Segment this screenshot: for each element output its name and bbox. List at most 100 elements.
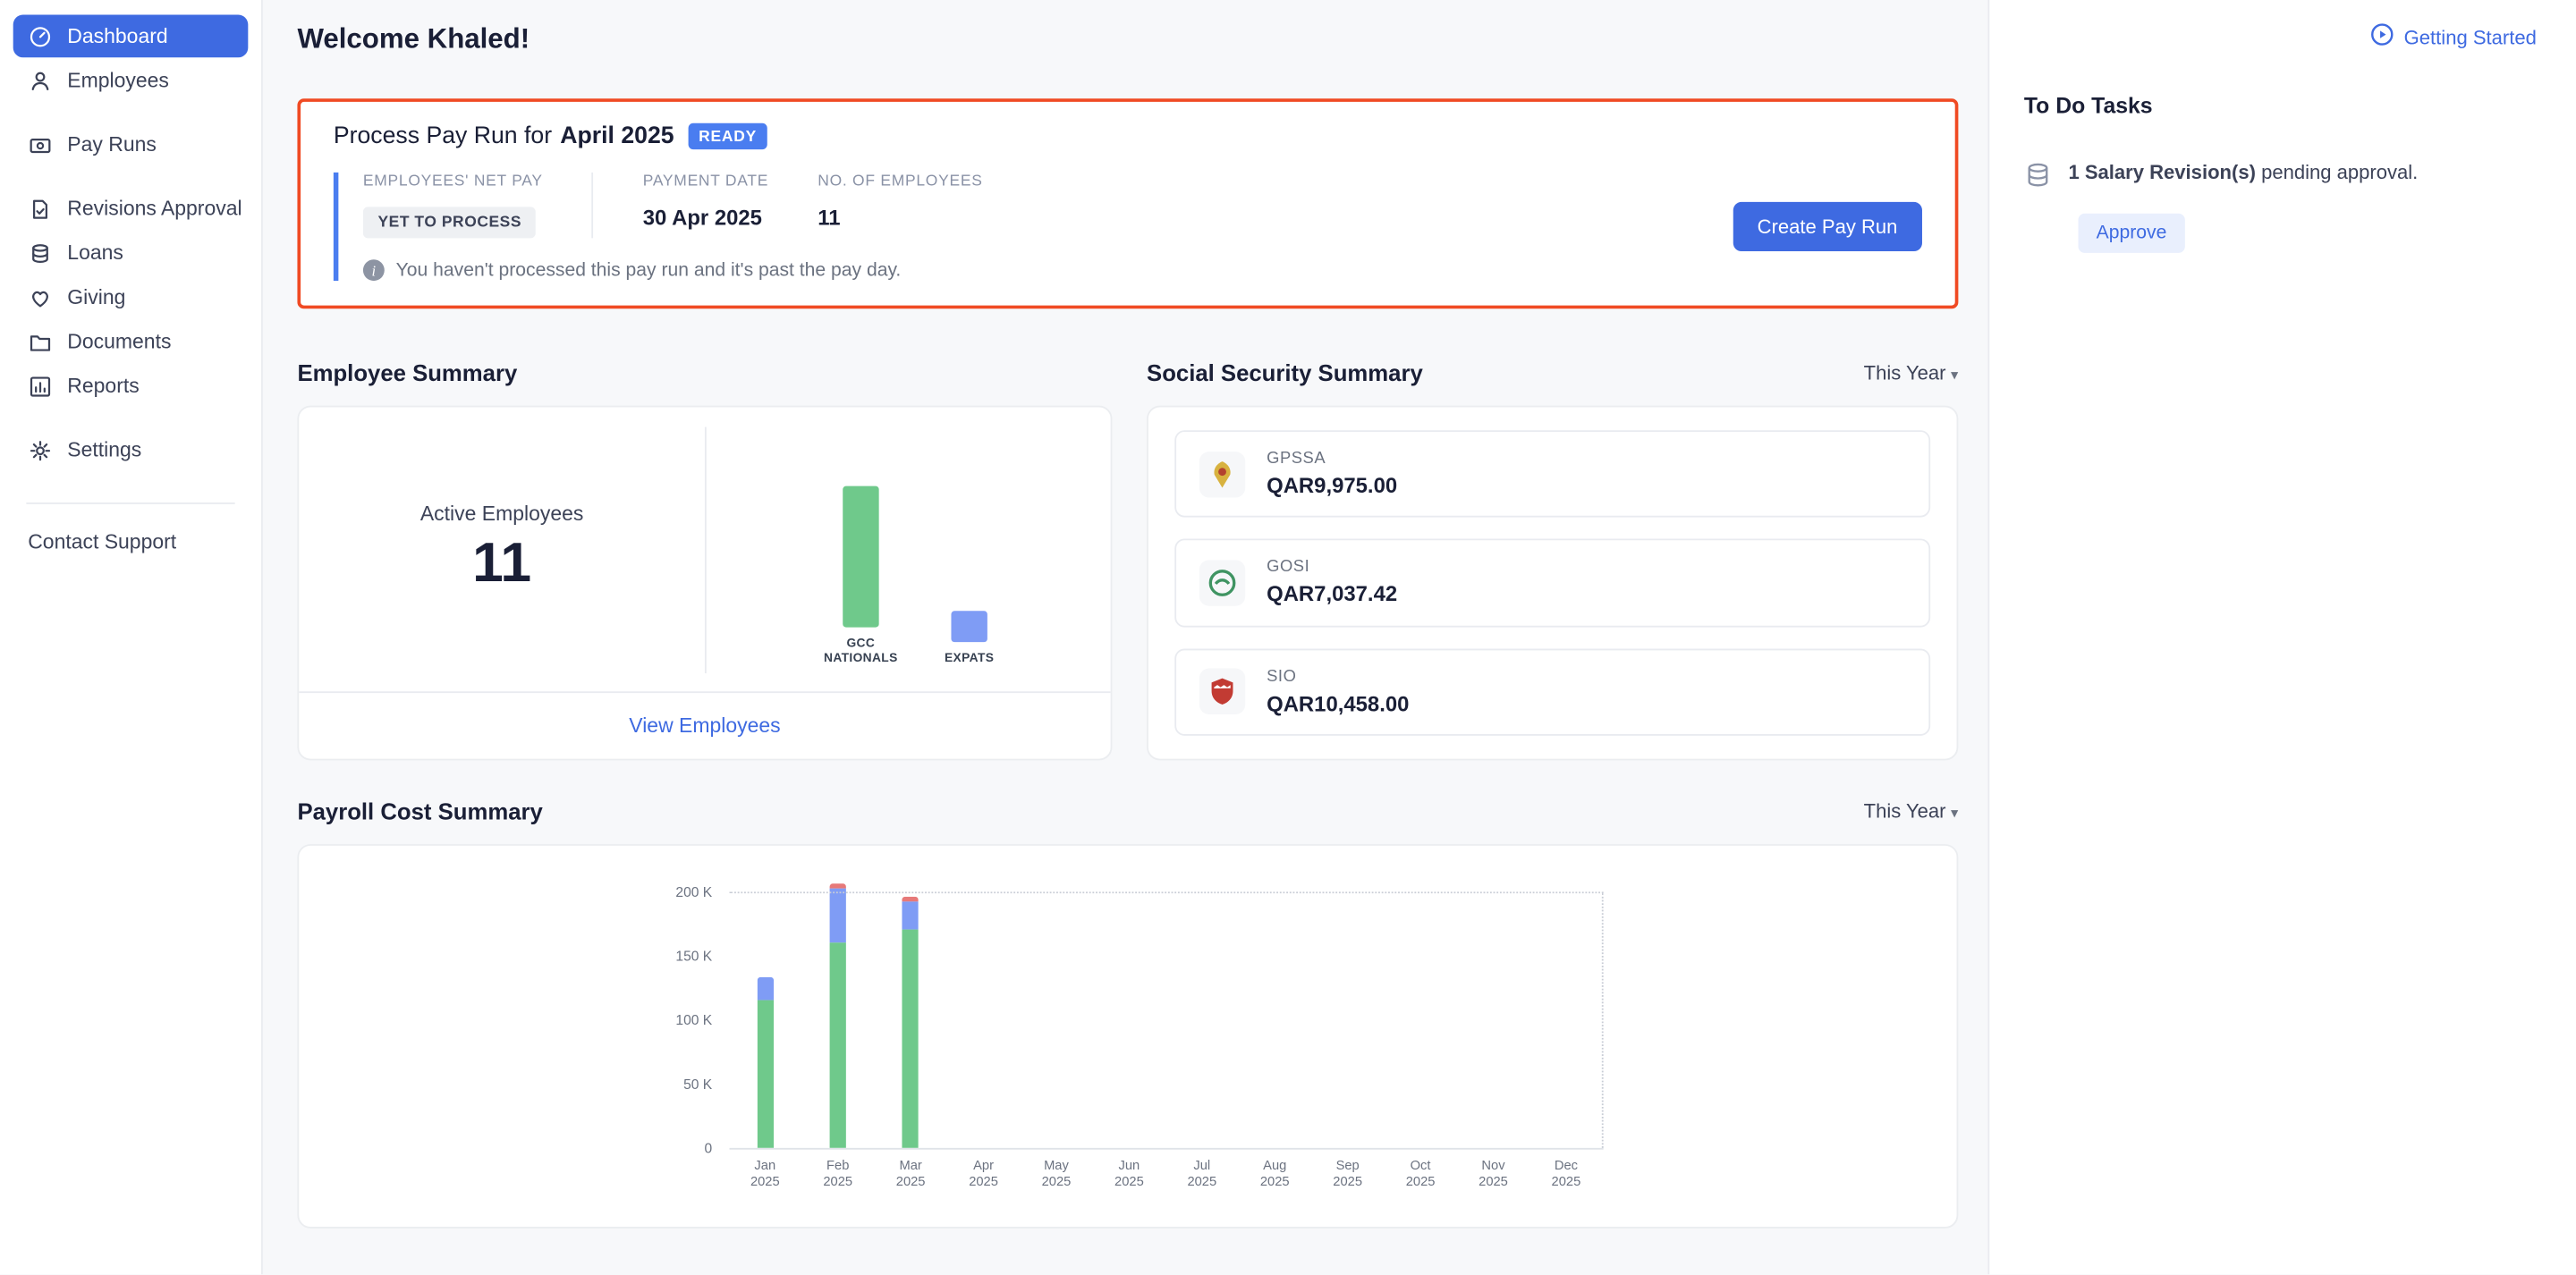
sio-bahrain-emblem-icon bbox=[1199, 669, 1245, 714]
info-icon: i bbox=[363, 259, 385, 281]
sidebar-item-documents[interactable]: Documents bbox=[13, 320, 249, 363]
active-employees-label: Active Employees bbox=[299, 502, 705, 526]
sidebar-item-label: Documents bbox=[67, 330, 171, 353]
sidebar-item-label: Loans bbox=[67, 241, 123, 265]
stacked-bar bbox=[757, 977, 773, 1148]
field-value: 30 Apr 2025 bbox=[643, 206, 768, 231]
sidebar-item-label: Reports bbox=[67, 375, 139, 398]
authority-amount: QAR10,458.00 bbox=[1267, 691, 1409, 716]
payroll-chart-x-axis: Jan2025Feb2025Mar2025Apr2025May2025Jun20… bbox=[729, 1158, 1603, 1192]
revisions-approval-icon bbox=[28, 196, 53, 221]
x-tick-label: May2025 bbox=[1020, 1158, 1092, 1192]
todo-task-text: 1 Salary Revision(s) pending approval. bbox=[2068, 161, 2418, 184]
sidebar-item-loans[interactable]: Loans bbox=[13, 232, 249, 274]
social-security-row-gosi[interactable]: GOSI QAR7,037.42 bbox=[1174, 539, 1930, 627]
chart-column-mar-2025 bbox=[874, 891, 946, 1148]
x-tick-label: Jun2025 bbox=[1093, 1158, 1165, 1192]
giving-icon bbox=[28, 285, 53, 310]
payroll-dashboard: DashboardEmployees Pay Runs Revisions Appr… bbox=[0, 0, 2576, 1274]
payroll-cost-chart: 200 K150 K100 K50 K0 Jan2025Feb2025Mar20… bbox=[643, 891, 1613, 1213]
settings-icon bbox=[28, 437, 53, 462]
gpssa-uae-emblem-icon bbox=[1199, 451, 1245, 496]
process-pay-run-card: Process Pay Run for April 2025 READY EMP… bbox=[297, 98, 1958, 308]
sidebar-divider bbox=[26, 502, 234, 504]
bar-label: GCC NATIONALS bbox=[823, 635, 898, 665]
authority-name: SIO bbox=[1267, 668, 1409, 686]
payroll-chart-plot bbox=[729, 891, 1603, 1149]
approve-button[interactable]: Approve bbox=[2078, 214, 2184, 253]
x-tick-label: Apr2025 bbox=[947, 1158, 1020, 1192]
field-value: YET TO PROCESS bbox=[363, 207, 537, 238]
sidebar-item-settings[interactable]: Settings bbox=[13, 428, 249, 471]
pay-run-title: Process Pay Run for April 2025 READY bbox=[334, 123, 1922, 149]
bar-label: EXPATS bbox=[945, 651, 994, 666]
social-security-year-filter[interactable]: This Year▾ bbox=[1864, 361, 1959, 384]
getting-started-link[interactable]: Getting Started bbox=[2024, 23, 2537, 51]
authority-amount: QAR7,037.42 bbox=[1267, 582, 1397, 607]
pay-run-title-prefix: Process Pay Run for bbox=[334, 123, 552, 149]
bar-segment-series-blue bbox=[757, 977, 773, 1001]
sidebar-item-label: Revisions Approval bbox=[67, 197, 242, 220]
contact-support-link[interactable]: Contact Support bbox=[0, 520, 261, 563]
pay-run-warning-text: You haven't processed this pay run and i… bbox=[396, 260, 902, 280]
social-security-row-gpssa[interactable]: GPSSAQAR9,975.00 bbox=[1174, 430, 1930, 518]
gosi-emblem-icon bbox=[1199, 560, 1245, 605]
social-security-row-sio[interactable]: SIO QAR10,458.00 bbox=[1174, 648, 1930, 736]
pay-run-field: NO. OF EMPLOYEES11 bbox=[818, 173, 982, 230]
payroll-cost-title: Payroll Cost Summary bbox=[297, 798, 542, 824]
social-security-title: Social Security Summary bbox=[1147, 359, 1423, 385]
sidebar-item-revisions-approval[interactable]: Revisions Approval bbox=[13, 187, 249, 230]
bar bbox=[951, 611, 987, 642]
pay-run-warning: i You haven't processed this pay run and… bbox=[363, 259, 1699, 281]
sidebar-nav: DashboardEmployees Pay Runs Revisions Appr… bbox=[0, 13, 261, 473]
y-tick-label: 200 K bbox=[643, 883, 712, 899]
bar bbox=[843, 486, 878, 627]
todo-tasks-title: To Do Tasks bbox=[2024, 94, 2537, 119]
x-tick-label: Jul2025 bbox=[1165, 1158, 1238, 1192]
x-tick-label: Mar2025 bbox=[874, 1158, 946, 1192]
main-content: Welcome Khaled! Process Pay Run for Apri… bbox=[263, 0, 1988, 1274]
x-tick-label: Oct2025 bbox=[1384, 1158, 1456, 1192]
employees-icon bbox=[28, 68, 53, 93]
sidebar-item-giving[interactable]: Giving bbox=[13, 276, 249, 319]
chart-column-dec-2025 bbox=[1530, 891, 1602, 1148]
page-title: Welcome Khaled! bbox=[297, 23, 1958, 56]
bar-segment-series-green bbox=[902, 930, 919, 1148]
employee-bar-chart: GCC NATIONALS EXPATS bbox=[707, 426, 1111, 673]
status-badge: READY bbox=[689, 123, 767, 149]
authority-name: GOSI bbox=[1267, 559, 1397, 577]
field-label: PAYMENT DATE bbox=[643, 173, 768, 190]
view-employees-link[interactable]: View Employees bbox=[629, 714, 780, 738]
sidebar-item-pay-runs[interactable]: Pay Runs bbox=[13, 123, 249, 166]
y-tick-label: 0 bbox=[643, 1140, 712, 1156]
x-tick-label: Dec2025 bbox=[1530, 1158, 1602, 1192]
loans-icon bbox=[28, 241, 53, 266]
stacked-bar bbox=[902, 897, 919, 1148]
pay-run-body: EMPLOYEES' NET PAY YET TO PROCESS PAYMENT … bbox=[334, 173, 1922, 281]
sidebar: DashboardEmployees Pay Runs Revisions Appr… bbox=[0, 0, 263, 1274]
sidebar-item-dashboard[interactable]: Dashboard bbox=[13, 15, 249, 58]
sidebar-item-employees[interactable]: Employees bbox=[13, 59, 249, 102]
bar-segment-series-green bbox=[830, 943, 846, 1148]
bar-segment-series-blue bbox=[830, 890, 846, 943]
social-security-card: GPSSAQAR9,975.00 GOSI QAR7,037.42 SIO QAR10,… bbox=[1147, 406, 1958, 761]
social-security-section: Social Security Summary This Year▾ GPSSA… bbox=[1147, 358, 1958, 760]
sidebar-item-label: Pay Runs bbox=[67, 133, 157, 156]
field-label: EMPLOYEES' NET PAY bbox=[363, 173, 543, 190]
chevron-down-icon: ▾ bbox=[1951, 367, 1958, 383]
y-tick-label: 100 K bbox=[643, 1011, 712, 1027]
y-tick-label: 50 K bbox=[643, 1076, 712, 1092]
x-tick-label: Jan2025 bbox=[729, 1158, 801, 1192]
documents-icon bbox=[28, 329, 53, 354]
payroll-cost-year-filter[interactable]: This Year▾ bbox=[1864, 799, 1959, 823]
chart-column-jun-2025 bbox=[1093, 891, 1165, 1148]
sidebar-item-reports[interactable]: Reports bbox=[13, 365, 249, 408]
bar-segment-series-blue bbox=[902, 902, 919, 931]
dashboard-icon bbox=[28, 24, 53, 49]
authority-amount: QAR9,975.00 bbox=[1267, 473, 1397, 498]
employee-bar-gcc-nationals: GCC NATIONALS bbox=[823, 426, 898, 666]
chart-column-aug-2025 bbox=[1239, 891, 1311, 1148]
create-pay-run-button[interactable]: Create Pay Run bbox=[1733, 202, 1922, 251]
x-tick-label: Aug2025 bbox=[1239, 1158, 1311, 1192]
x-tick-label: Feb2025 bbox=[801, 1158, 874, 1192]
